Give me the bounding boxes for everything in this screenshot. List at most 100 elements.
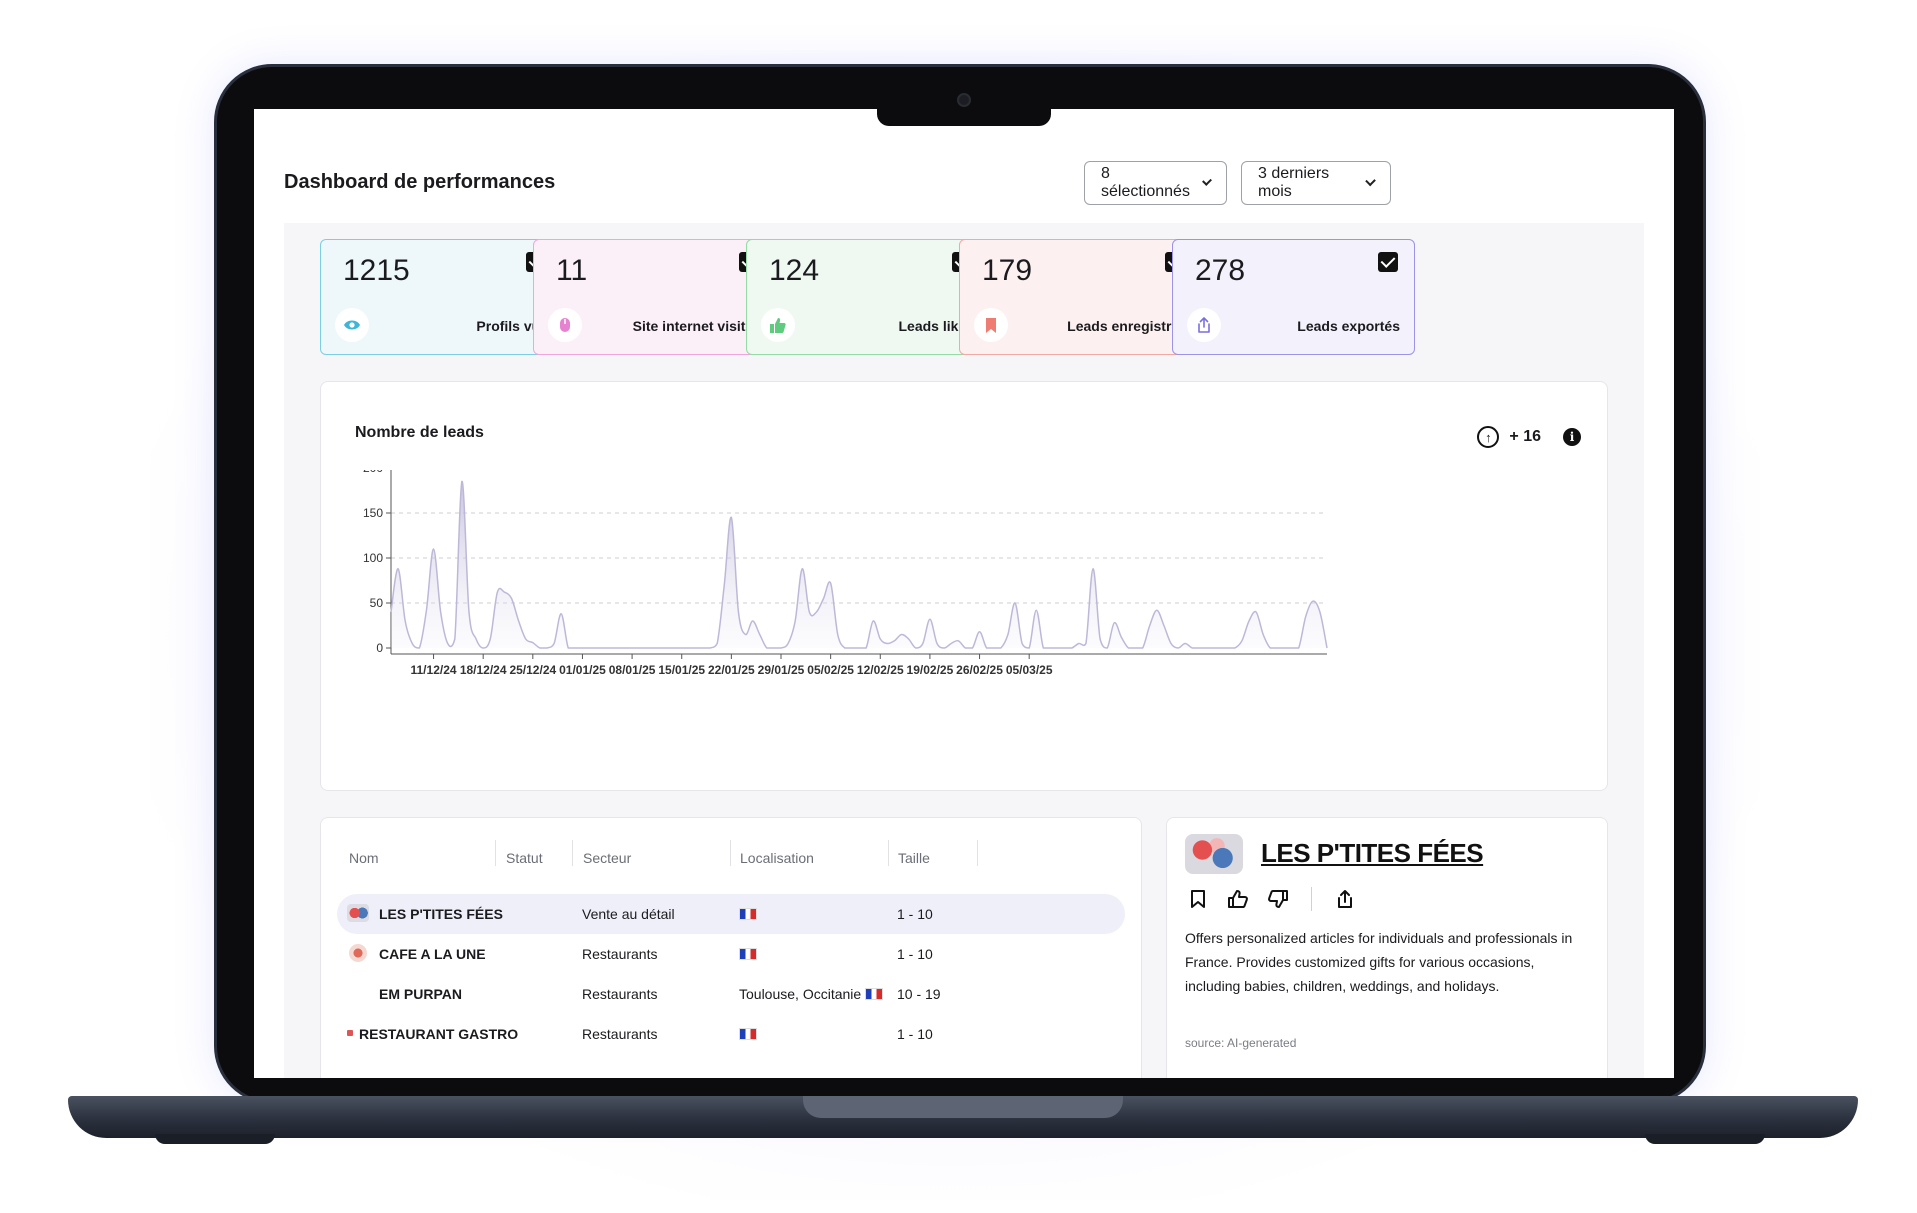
leads-area <box>391 481 1327 648</box>
thumb-up-icon <box>761 308 795 342</box>
laptop-trackpad-lip <box>803 1096 1123 1118</box>
x-tick-label: 05/03/25 <box>1006 663 1053 677</box>
y-tick-label: 100 <box>363 551 383 565</box>
eye-icon <box>335 308 369 342</box>
x-tick-label: 15/01/25 <box>658 663 705 677</box>
column-separator <box>977 840 978 866</box>
france-flag-icon <box>865 988 884 1000</box>
company-logo <box>347 1030 353 1036</box>
company-logo <box>349 944 367 962</box>
filter-select[interactable]: 8 sélectionnés <box>1084 161 1227 205</box>
chart-title: Nombre de leads <box>355 424 484 441</box>
column-header-statut[interactable]: Statut <box>506 850 543 866</box>
column-header-secteur[interactable]: Secteur <box>583 850 631 866</box>
x-tick-label: 12/02/25 <box>857 663 904 677</box>
laptop-foot <box>1645 1134 1765 1144</box>
x-tick-label: 26/02/25 <box>956 663 1003 677</box>
row-name: CAFE A LA UNE <box>379 946 486 962</box>
kpi-card[interactable]: 1215 Profils vus <box>320 239 563 355</box>
description-source: source: AI-generated <box>1185 1036 1297 1050</box>
leads-chart: 0 50 100 150 200 11/12/2418/12/2425/12/2401/0… <box>363 470 1328 677</box>
table-row[interactable]: RESTAURANT GASTRO Restaurants 1 - 10 <box>337 1014 1125 1054</box>
laptop-foot <box>155 1134 275 1144</box>
france-flag-icon <box>739 1028 757 1040</box>
x-tick-label: 19/02/25 <box>907 663 954 677</box>
column-header-nom[interactable]: Nom <box>349 850 379 866</box>
leads-chart-card: Nombre de leads ↑ + 16 i 0 50 100 150 200 11/… <box>320 381 1608 791</box>
row-location: Toulouse, Occitanie <box>739 986 884 1002</box>
thumb-down-icon[interactable] <box>1265 886 1291 912</box>
arrow-up-circle-icon: ↑ <box>1477 426 1500 448</box>
leads-line <box>390 480 1328 649</box>
period-select-label: 3 derniers mois <box>1258 165 1330 200</box>
stage: Dashboard de performances 8 sélectionnés… <box>0 0 1917 1213</box>
period-select[interactable]: 3 derniers mois <box>1241 161 1391 205</box>
x-tick-label: 29/01/25 <box>758 663 805 677</box>
column-header-localisation[interactable]: Localisation <box>740 850 814 866</box>
kpi-card[interactable]: 11 Site internet visités <box>533 239 776 355</box>
row-name: LES P'TITES FÉES <box>379 906 503 922</box>
chevron-down-icon <box>1202 176 1212 186</box>
trend-indicator: ↑ + 16 i <box>1477 426 1581 448</box>
kpi-value: 179 <box>982 254 1033 287</box>
kpi-checkbox[interactable] <box>1378 252 1398 272</box>
actions-divider <box>1311 887 1312 911</box>
x-tick-label: 22/01/25 <box>708 663 755 677</box>
kpi-value: 11 <box>556 254 588 287</box>
row-location <box>739 1026 757 1042</box>
row-name: RESTAURANT GASTRO <box>359 1026 519 1042</box>
trend-value: + 16 <box>1509 428 1541 445</box>
company-logo <box>347 904 369 922</box>
kpi-value: 278 <box>1195 254 1246 287</box>
leads-table: Nom Statut Secteur Localisation Taille L… <box>320 817 1142 1078</box>
france-flag-icon <box>739 908 757 920</box>
kpi-label: Leads enregistrés <box>1067 318 1187 334</box>
column-header-taille[interactable]: Taille <box>898 850 930 866</box>
company-name[interactable]: LES P'TITES FÉES <box>1261 838 1484 869</box>
kpi-label: Leads exportés <box>1297 318 1400 334</box>
row-sector: Vente au détail <box>582 906 675 922</box>
row-sector: Restaurants <box>582 1026 658 1042</box>
share-icon <box>1187 308 1221 342</box>
screen: Dashboard de performances 8 sélectionnés… <box>254 109 1674 1078</box>
company-description: Offers personalized articles for individ… <box>1185 930 1573 994</box>
row-size: 1 - 10 <box>897 946 933 962</box>
mouse-icon <box>548 308 582 342</box>
row-size: 10 - 19 <box>897 986 941 1002</box>
kpi-card[interactable]: 179 Leads enregistrés <box>959 239 1202 355</box>
thumb-up-icon[interactable] <box>1225 886 1251 912</box>
row-size: 1 - 10 <box>897 1026 933 1042</box>
kpi-card[interactable]: 124 Leads likés <box>746 239 989 355</box>
info-icon[interactable]: i <box>1563 428 1581 446</box>
share-icon[interactable] <box>1332 886 1358 912</box>
filter-select-label: 8 sélectionnés <box>1101 165 1190 200</box>
plot-area: 0 50 100 150 200 11/12/2418/12/2425/12/2401/0… <box>363 470 1328 677</box>
x-tick-label: 11/12/24 <box>411 663 457 677</box>
row-size: 1 - 10 <box>897 906 933 922</box>
table-row[interactable]: LES P'TITES FÉES Vente au détail 1 - 10 <box>337 894 1125 934</box>
kpi-card[interactable]: 278 Leads exportés <box>1172 239 1415 355</box>
bookmark-icon <box>974 308 1008 342</box>
dashboard-panel: 1215 Profils vus 11 Site internet visités 12… <box>284 223 1644 1078</box>
x-tick-label: 18/12/24 <box>460 663 507 677</box>
table-row[interactable]: EM PURPAN Restaurants Toulouse, Occitani… <box>337 974 1125 1014</box>
kpi-value: 1215 <box>343 254 410 287</box>
y-tick-label: 200 <box>363 470 383 475</box>
row-name: EM PURPAN <box>379 986 462 1002</box>
kpi-value: 124 <box>769 254 820 287</box>
row-sector: Restaurants <box>582 946 658 962</box>
row-location <box>739 946 757 962</box>
column-separator <box>572 840 573 866</box>
y-tick-label: 0 <box>376 641 383 655</box>
bookmark-icon[interactable] <box>1185 886 1211 912</box>
detail-actions <box>1185 886 1358 912</box>
column-separator <box>888 840 889 866</box>
column-separator <box>730 840 731 866</box>
x-tick-label: 05/02/25 <box>807 663 854 677</box>
camera-notch <box>877 104 1051 126</box>
table-row[interactable]: CAFE A LA UNE Restaurants 1 - 10 <box>337 934 1125 974</box>
page-title: Dashboard de performances <box>284 171 556 193</box>
row-sector: Restaurants <box>582 986 658 1002</box>
x-tick-label: 01/01/25 <box>559 663 606 677</box>
france-flag-icon <box>739 948 757 960</box>
